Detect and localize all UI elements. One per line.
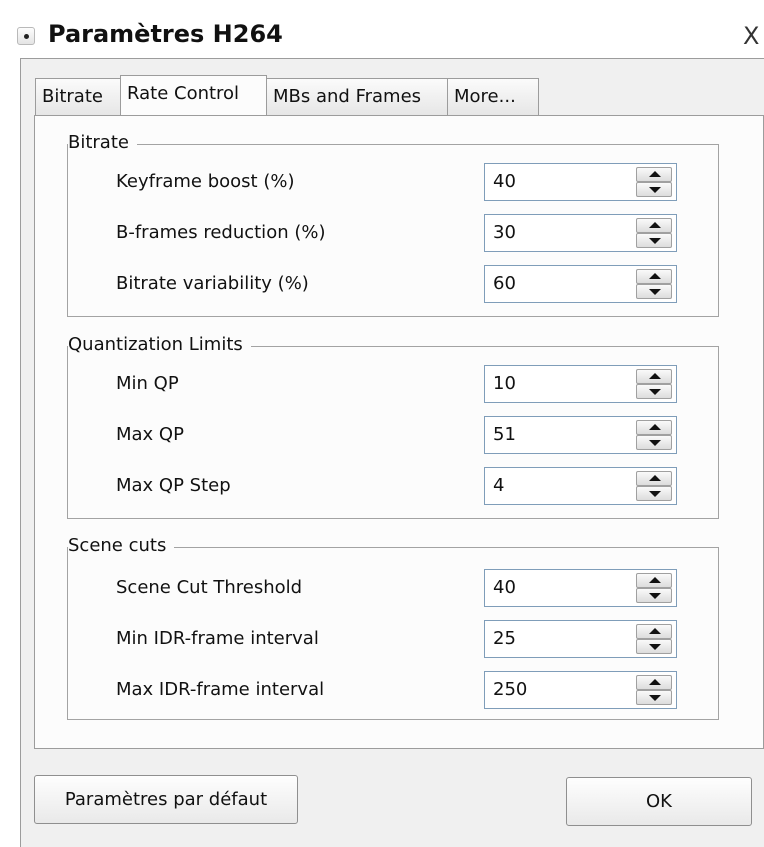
spin-buttons xyxy=(636,218,672,248)
restore-defaults-button[interactable]: Paramètres par défaut xyxy=(34,775,298,824)
max-qp-label: Max QP xyxy=(116,424,184,445)
tab-rate-control[interactable]: Rate Control xyxy=(120,75,267,115)
ok-button[interactable]: OK xyxy=(566,777,752,826)
group-title: Quantization Limits xyxy=(68,333,251,357)
max-idr-interval-spinbox[interactable]: 250 xyxy=(484,671,677,709)
spin-value[interactable]: 40 xyxy=(493,164,516,200)
keyframe-boost-spinbox[interactable]: 40 xyxy=(484,163,677,201)
tab-bitrate[interactable]: Bitrate xyxy=(35,78,121,115)
close-button[interactable]: X xyxy=(743,21,764,51)
spin-buttons xyxy=(636,269,672,299)
arrow-down-icon[interactable] xyxy=(636,690,672,705)
min-idr-interval-label: Min IDR-frame interval xyxy=(116,628,319,649)
spin-value[interactable]: 60 xyxy=(493,266,516,302)
max-idr-interval-label: Max IDR-frame interval xyxy=(116,679,325,700)
h264-settings-window: Paramètres H264 X Bitrate Rate Control M… xyxy=(0,0,764,847)
spin-value[interactable]: 51 xyxy=(493,417,516,453)
keyframe-boost-label: Keyframe boost (%) xyxy=(116,171,295,192)
group-title: Bitrate xyxy=(68,131,137,155)
group-bitrate: Bitrate Keyframe boost (%) 40 B-frames r… xyxy=(67,131,719,317)
min-idr-interval-spinbox[interactable]: 25 xyxy=(484,620,677,658)
bitrate-variability-label: Bitrate variability (%) xyxy=(116,273,309,294)
b-frames-reduction-label: B-frames reduction (%) xyxy=(116,222,326,243)
arrow-up-icon[interactable] xyxy=(636,573,672,588)
group-scene-cuts: Scene cuts Scene Cut Threshold 40 Min ID… xyxy=(67,534,719,720)
spin-buttons xyxy=(636,420,672,450)
tab-mbs-and-frames[interactable]: MBs and Frames xyxy=(266,78,448,115)
arrow-down-icon[interactable] xyxy=(636,233,672,248)
group-title: Scene cuts xyxy=(68,534,175,558)
arrow-down-icon[interactable] xyxy=(636,486,672,501)
max-qp-spinbox[interactable]: 51 xyxy=(484,416,677,454)
arrow-up-icon[interactable] xyxy=(636,624,672,639)
spin-buttons xyxy=(636,675,672,705)
group-quantization-limits: Quantization Limits Min QP 10 Max QP 51 … xyxy=(67,333,719,519)
arrow-up-icon[interactable] xyxy=(636,471,672,486)
max-qp-step-label: Max QP Step xyxy=(116,475,231,496)
arrow-down-icon[interactable] xyxy=(636,639,672,654)
arrow-down-icon[interactable] xyxy=(636,588,672,603)
arrow-up-icon[interactable] xyxy=(636,420,672,435)
max-qp-step-spinbox[interactable]: 4 xyxy=(484,467,677,505)
min-qp-spinbox[interactable]: 10 xyxy=(484,365,677,403)
arrow-down-icon[interactable] xyxy=(636,435,672,450)
arrow-down-icon[interactable] xyxy=(636,284,672,299)
arrow-up-icon[interactable] xyxy=(636,369,672,384)
spin-value[interactable]: 30 xyxy=(493,215,516,251)
bitrate-variability-spinbox[interactable]: 60 xyxy=(484,265,677,303)
spin-value[interactable]: 40 xyxy=(493,570,516,606)
arrow-down-icon[interactable] xyxy=(636,182,672,197)
b-frames-reduction-spinbox[interactable]: 30 xyxy=(484,214,677,252)
spin-buttons xyxy=(636,167,672,197)
spin-value[interactable]: 4 xyxy=(493,468,504,504)
min-qp-label: Min QP xyxy=(116,373,179,394)
spin-value[interactable]: 10 xyxy=(493,366,516,402)
window-title: Paramètres H264 xyxy=(48,20,283,48)
spin-buttons xyxy=(636,573,672,603)
arrow-up-icon[interactable] xyxy=(636,167,672,182)
spin-value[interactable]: 250 xyxy=(493,672,527,708)
system-menu-icon[interactable] xyxy=(17,27,35,45)
arrow-up-icon[interactable] xyxy=(636,218,672,233)
scene-cut-threshold-label: Scene Cut Threshold xyxy=(116,577,303,598)
tab-more[interactable]: More... xyxy=(447,78,539,115)
spin-buttons xyxy=(636,624,672,654)
title-bar: Paramètres H264 X xyxy=(0,0,764,58)
spin-buttons xyxy=(636,369,672,399)
scene-cut-threshold-spinbox[interactable]: 40 xyxy=(484,569,677,607)
spin-value[interactable]: 25 xyxy=(493,621,516,657)
arrow-up-icon[interactable] xyxy=(636,269,672,284)
arrow-up-icon[interactable] xyxy=(636,675,672,690)
arrow-down-icon[interactable] xyxy=(636,384,672,399)
spin-buttons xyxy=(636,471,672,501)
tab-panel-rate-control: Bitrate Keyframe boost (%) 40 B-frames r… xyxy=(34,115,764,749)
